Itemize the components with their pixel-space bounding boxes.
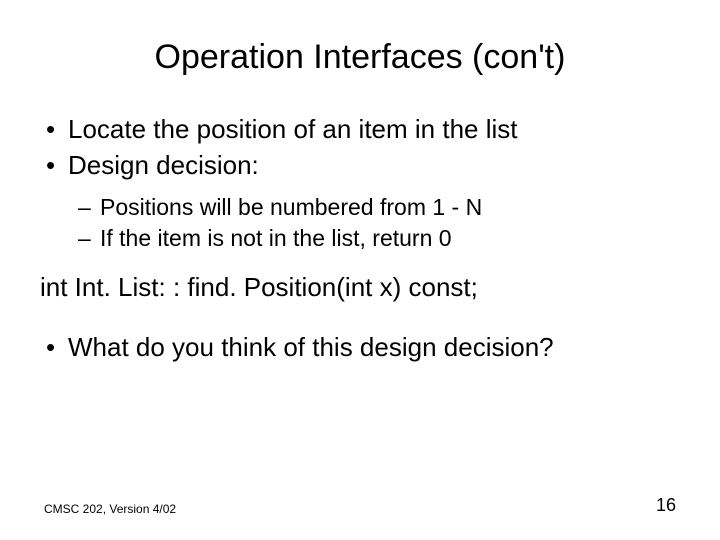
bullet-list-2: What do you think of this design decisio… bbox=[40, 331, 680, 365]
footer-course-info: CMSC 202, Version 4/02 bbox=[44, 502, 176, 516]
sub-bullet-positions: Positions will be numbered from 1 - N bbox=[40, 193, 680, 223]
bullet-list-1: Locate the position of an item in the li… bbox=[40, 113, 680, 183]
slide-title: Operation Interfaces (con't) bbox=[40, 38, 680, 77]
sub-bullet-list: Positions will be numbered from 1 - N If… bbox=[40, 193, 680, 255]
sub-bullet-return-zero: If the item is not in the list, return 0 bbox=[40, 224, 680, 254]
slide-container: Operation Interfaces (con't) Locate the … bbox=[0, 0, 720, 540]
bullet-question: What do you think of this design decisio… bbox=[40, 331, 680, 365]
code-declaration: int Int. List: : find. Position(int x) c… bbox=[40, 272, 680, 303]
footer-page-number: 16 bbox=[656, 495, 676, 516]
bullet-locate: Locate the position of an item in the li… bbox=[40, 113, 680, 147]
bullet-design-decision: Design decision: bbox=[40, 149, 680, 183]
